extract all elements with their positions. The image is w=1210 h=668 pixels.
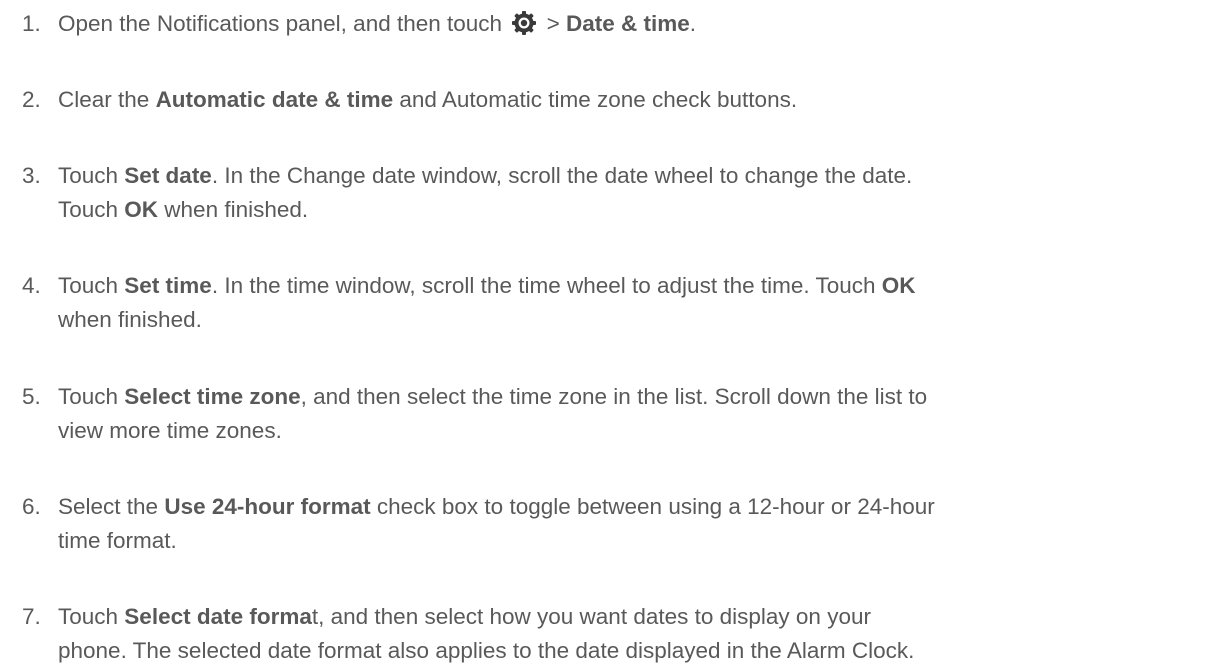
step-text: Touch Set date. In the Change date windo… — [58, 159, 912, 227]
step-text-bold: Set time — [124, 273, 212, 298]
step-text: Select the Use 24-hour format check box … — [58, 490, 935, 558]
step-number: 7. — [22, 604, 41, 629]
step-text-part: Select the — [58, 494, 165, 519]
step-number: 5. — [22, 384, 41, 409]
step-text-part: time format. — [58, 528, 177, 553]
step-text-part: . — [689, 11, 697, 36]
step-number: 4. — [22, 273, 41, 298]
step-text: Touch Select date format, and then selec… — [58, 600, 914, 668]
step-text-part: view more time zones. — [58, 418, 282, 443]
step-text: Open the Notifications panel, and then t… — [58, 7, 696, 41]
step-text-part: when finished. — [58, 307, 202, 332]
step-number: 1. — [22, 11, 41, 36]
step-text: Clear the Automatic date & time and Auto… — [58, 83, 797, 117]
step-text-bold: Set date — [124, 163, 212, 188]
step-text-part: Touch — [58, 384, 125, 409]
step-text-bold: OK — [881, 273, 916, 298]
step-text-part: Touch — [58, 604, 125, 629]
step-text-part: and Automatic time zone check buttons. — [393, 87, 798, 112]
step-text-bold: Select time zone — [124, 384, 301, 409]
step-text-bold: Automatic date & time — [155, 87, 394, 112]
step-text-bold: Use 24-hour format — [164, 494, 371, 519]
step-text-part: phone. The selected date format also app… — [58, 638, 915, 663]
step-text-part: , and then select the time zone in the l… — [300, 384, 928, 409]
step-text: Touch Select time zone, and then select … — [58, 380, 927, 448]
step-text-bold: Date & time — [565, 11, 690, 36]
step-text-bold: Select date forma — [124, 604, 312, 629]
step-text-part: Touch — [58, 273, 125, 298]
step-text-part: check box to toggle between using a 12-h… — [370, 494, 935, 519]
step-text-part: t, and then select how you want dates to… — [311, 604, 871, 629]
step-text-part: Open the Notifications panel, and then t… — [58, 11, 509, 36]
step-text-part: Clear the — [58, 87, 156, 112]
instruction-steps: 1. Open the Notifications panel, and the… — [0, 0, 1210, 663]
step-number: 6. — [22, 494, 41, 519]
step-number: 3. — [22, 163, 41, 188]
step-text: Touch Set time. In the time window, scro… — [58, 269, 916, 337]
step-text-bold: OK — [124, 197, 159, 222]
settings-gear-icon — [511, 10, 537, 36]
step-text-separator: > — [540, 11, 566, 36]
step-number: 2. — [22, 87, 41, 112]
step-text-part: . In the time window, scroll the time wh… — [211, 273, 882, 298]
step-text-part: when finished. — [158, 197, 309, 222]
step-text-part: Touch — [58, 197, 125, 222]
step-text-part: Touch — [58, 163, 125, 188]
step-text-part: . In the Change date window, scroll the … — [211, 163, 913, 188]
